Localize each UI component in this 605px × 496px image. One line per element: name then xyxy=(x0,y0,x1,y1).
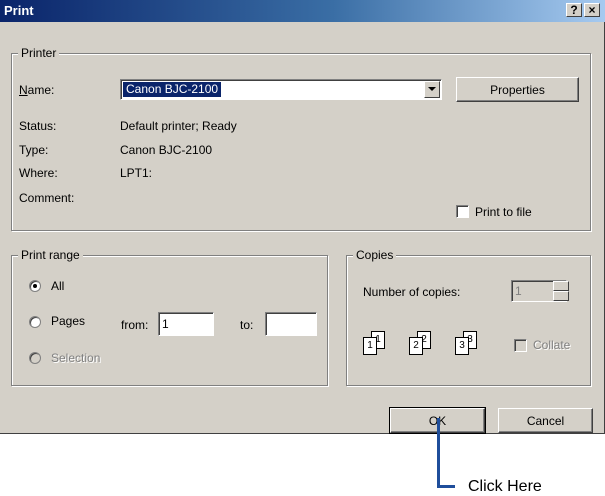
radio-pages-label[interactable]: Pages xyxy=(51,314,85,328)
from-input[interactable]: 1 xyxy=(158,312,214,336)
chevron-down-icon[interactable] xyxy=(424,81,440,98)
name-label-rest: ame: xyxy=(27,83,55,97)
copies-group: Copies Number of copies: 1 1 1 2 2 3 3 C… xyxy=(346,248,591,386)
radio-selection[interactable] xyxy=(29,352,41,364)
printer-group-label: Printer xyxy=(18,46,60,60)
name-label: Name: xyxy=(19,83,55,97)
title-bar[interactable]: Print ? × xyxy=(0,0,605,22)
radio-pages[interactable] xyxy=(29,316,41,328)
status-label: Status: xyxy=(19,119,57,133)
number-of-copies-label: Number of copies: xyxy=(363,285,461,299)
status-value: Default printer; Ready xyxy=(120,119,237,133)
spin-up-icon[interactable] xyxy=(553,281,569,291)
radio-selected-dot xyxy=(33,284,37,288)
print-range-group-label: Print range xyxy=(18,248,83,262)
collate-page-icon: 2 xyxy=(409,337,423,355)
cancel-button-label: Cancel xyxy=(526,414,565,428)
collate-page-icon: 3 xyxy=(455,337,469,355)
to-label: to: xyxy=(240,318,254,332)
radio-selection-label[interactable]: Selection xyxy=(51,351,100,365)
print-range-group: Print range All Pages from: 1 to: Select… xyxy=(11,248,328,386)
print-dialog: Print ? × Printer Name: Canon BJC-2100 P… xyxy=(0,0,605,434)
printer-group: Printer Name: Canon BJC-2100 Properties … xyxy=(11,46,591,231)
click-here-annotation: Click Here xyxy=(468,478,542,495)
window-title: Print xyxy=(4,3,34,18)
where-value: LPT1: xyxy=(120,166,153,180)
spin-down-icon[interactable] xyxy=(553,291,569,301)
properties-button[interactable]: Properties xyxy=(456,77,579,102)
to-input[interactable] xyxy=(265,312,317,336)
copies-group-label: Copies xyxy=(353,248,397,262)
close-icon: × xyxy=(588,3,596,17)
callout-line xyxy=(437,485,455,488)
comment-label: Comment: xyxy=(19,191,75,205)
type-label: Type: xyxy=(19,143,49,157)
type-value: Canon BJC-2100 xyxy=(120,143,213,157)
radio-all[interactable] xyxy=(29,280,41,292)
printer-name-select[interactable]: Canon BJC-2100 xyxy=(120,79,442,100)
from-label: from: xyxy=(121,318,149,332)
print-to-file-checkbox[interactable] xyxy=(456,205,469,218)
collate-page-icon: 1 xyxy=(363,337,377,355)
collate-label[interactable]: Collate xyxy=(533,338,570,352)
radio-all-label[interactable]: All xyxy=(51,279,64,293)
where-label: Where: xyxy=(19,166,58,180)
cancel-button[interactable]: Cancel xyxy=(498,408,593,433)
print-to-file-label[interactable]: Print to file xyxy=(475,205,532,219)
properties-button-label: Properties xyxy=(490,83,545,97)
help-icon: ? xyxy=(570,3,578,17)
printer-name-value: Canon BJC-2100 xyxy=(123,82,222,97)
close-button[interactable]: × xyxy=(584,3,600,17)
collate-checkbox[interactable] xyxy=(514,339,527,352)
help-button[interactable]: ? xyxy=(566,3,582,17)
callout-line xyxy=(437,418,440,487)
